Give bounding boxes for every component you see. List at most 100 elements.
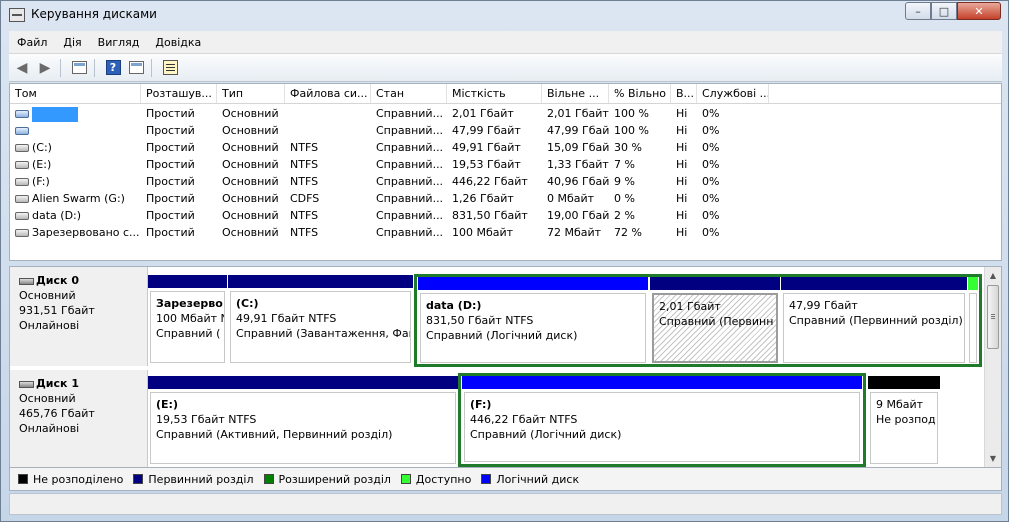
volume-name-cell: data (D:) [10, 207, 141, 224]
filesystem-cell: CDFS [290, 192, 320, 205]
filesystem-cell: NTFS [290, 209, 319, 222]
layout-cell: Простий [146, 175, 195, 188]
primary-partition-bar [650, 277, 780, 290]
column-header-fault-tolerance[interactable]: В... [671, 84, 697, 103]
cd-drive-icon [15, 195, 29, 203]
partition-status: Справний (Первинн [659, 315, 774, 328]
partition-body: 2,01 Гбайт Справний (Первинн [652, 293, 778, 363]
free-space-cell: 15,09 Гбайт [547, 141, 609, 154]
filesystem-cell: NTFS [290, 141, 319, 154]
column-header-free-space[interactable]: Вільне ... [542, 84, 609, 103]
back-arrow-icon[interactable]: ◀ [12, 58, 32, 78]
capacity-cell: 100 Мбайт [452, 226, 514, 239]
column-header-volume[interactable]: Том [10, 84, 141, 103]
drive-icon [15, 161, 29, 169]
drive-icon [15, 110, 29, 118]
primary-partition-bar [148, 275, 227, 288]
partition-size: 9 Мбайт [876, 398, 924, 411]
action-pane-button[interactable] [126, 58, 146, 78]
partition-body: 47,99 Гбайт Справний (Первинний розділ) [783, 293, 965, 363]
capacity-cell: 49,91 Гбайт [452, 141, 521, 154]
disk-map: Диск 0 Основний 931,51 Гбайт Онлайнові З… [9, 266, 1002, 468]
type-cell: Основний [222, 141, 279, 154]
overhead-cell: 0% [702, 107, 720, 120]
partition-e[interactable]: (E:) 19,53 Гбайт NTFS Справний (Активний… [148, 376, 458, 466]
volume-name-cell: (E:) [10, 156, 141, 173]
partition-size: 19,53 Гбайт NTFS [156, 413, 257, 426]
properties-button[interactable] [160, 58, 180, 78]
partition-reserved[interactable]: Зарезерво 100 Мбайт N Справний ( [148, 275, 227, 365]
table-row[interactable]: (C:) Простий Основний NTFS Справний... 4… [10, 139, 1001, 156]
partition-d[interactable]: data (D:) 831,50 Гбайт NTFS Справний (Ло… [418, 277, 648, 365]
disk-1-label[interactable]: Диск 1 Основний 465,76 Гбайт Онлайнові [10, 370, 148, 467]
scroll-up-icon[interactable]: ▲ [985, 267, 1001, 284]
scroll-down-icon[interactable]: ▼ [985, 450, 1001, 467]
column-header-filesystem[interactable]: Файлова си... [285, 84, 371, 103]
maximize-button[interactable]: □ [931, 2, 957, 20]
partition-unallocated[interactable]: 9 Мбайт Не розпод [868, 376, 940, 466]
show-hide-console-tree-button[interactable] [69, 58, 89, 78]
partition-c[interactable]: (C:) 49,91 Гбайт NTFS Справний (Завантаж… [228, 275, 413, 365]
legend-swatch [263, 474, 274, 484]
capacity-cell: 47,99 Гбайт [452, 124, 521, 137]
table-row[interactable]: Alien Swarm (G:) Простий Основний CDFS С… [10, 190, 1001, 207]
partition-unnamed-1[interactable]: 2,01 Гбайт Справний (Первинн [650, 277, 780, 365]
hard-disk-icon [19, 380, 34, 388]
help-button[interactable]: ? [103, 58, 123, 78]
partition-size: 49,91 Гбайт NTFS [236, 312, 337, 325]
column-header-percent-free[interactable]: % Вільно [609, 84, 671, 103]
title-bar[interactable]: Керування дисками – □ ✕ [1, 1, 1008, 29]
primary-partition-bar [228, 275, 413, 288]
percent-free-cell: 7 % [614, 158, 635, 171]
menu-bar: Файл Дія Вигляд Довідка [9, 31, 1002, 54]
free-space-partition[interactable] [968, 277, 978, 365]
scrollbar-thumb[interactable] [987, 285, 999, 349]
disk-map-scrollbar[interactable]: ▲ ▼ [984, 267, 1001, 467]
fault-tolerance-cell: Ні [676, 192, 688, 205]
table-row[interactable]: Зарезервовано с... Простий Основний NTFS… [10, 224, 1001, 241]
capacity-cell: 446,22 Гбайт [452, 175, 528, 188]
table-row[interactable]: Простий Основний Справний... 47,99 Гбайт… [10, 122, 1001, 139]
volume-name-cell: (F:) [10, 173, 141, 190]
volume-list-header: Том Розташув... Тип Файлова си... Стан М… [10, 84, 1001, 104]
close-button[interactable]: ✕ [957, 2, 1001, 20]
table-row[interactable]: Простий Основний Справний... 2,01 Гбайт … [10, 105, 1001, 122]
legend: Не розподілено Первинний розділ Розширен… [9, 468, 1002, 491]
volume-name: (E:) [32, 158, 52, 171]
minimize-button[interactable]: – [905, 2, 931, 20]
logical-disk-bar [462, 376, 862, 389]
partition-status: Справний (Логічний диск) [426, 329, 578, 342]
legend-item: Не розподілено [18, 473, 123, 486]
menu-file[interactable]: Файл [9, 36, 55, 49]
overhead-cell: 0% [702, 158, 720, 171]
disk-0-label[interactable]: Диск 0 Основний 931,51 Гбайт Онлайнові [10, 267, 148, 366]
column-header-overhead[interactable]: Службові ... [697, 84, 769, 103]
partition-unnamed-2[interactable]: 47,99 Гбайт Справний (Первинний розділ) [781, 277, 967, 365]
table-row[interactable]: data (D:) Простий Основний NTFS Справний… [10, 207, 1001, 224]
column-header-type[interactable]: Тип [217, 84, 285, 103]
column-header-status[interactable]: Стан [371, 84, 447, 103]
percent-free-cell: 0 % [614, 192, 635, 205]
filesystem-cell [285, 105, 371, 122]
partition-f[interactable]: (F:) 446,22 Гбайт NTFS Справний (Логічни… [462, 376, 862, 464]
partition-body [969, 293, 977, 363]
volume-list: Том Розташув... Тип Файлова си... Стан М… [9, 83, 1002, 261]
column-header-layout[interactable]: Розташув... [141, 84, 217, 103]
column-header-capacity[interactable]: Місткість [447, 84, 542, 103]
legend-item: Доступно [400, 473, 471, 486]
table-row[interactable]: (F:) Простий Основний NTFS Справний... 4… [10, 173, 1001, 190]
volume-name-cell: Alien Swarm (G:) [10, 190, 141, 207]
volume-name: (F:) [32, 175, 50, 188]
menu-action[interactable]: Дія [55, 36, 89, 49]
disk-management-window: Керування дисками – □ ✕ Файл Дія Вигляд … [0, 0, 1009, 522]
partition-name: (F:) [470, 398, 492, 411]
toolbar-separator [94, 58, 95, 77]
table-row[interactable]: (E:) Простий Основний NTFS Справний... 1… [10, 156, 1001, 173]
filesystem-cell [285, 122, 371, 139]
status-cell: Справний... [376, 209, 444, 222]
partition-body: data (D:) 831,50 Гбайт NTFS Справний (Ло… [420, 293, 646, 363]
menu-help[interactable]: Довідка [147, 36, 209, 49]
forward-arrow-icon[interactable]: ▶ [35, 58, 55, 78]
menu-view[interactable]: Вигляд [90, 36, 148, 49]
volume-name: Зарезервовано с... [32, 226, 140, 239]
